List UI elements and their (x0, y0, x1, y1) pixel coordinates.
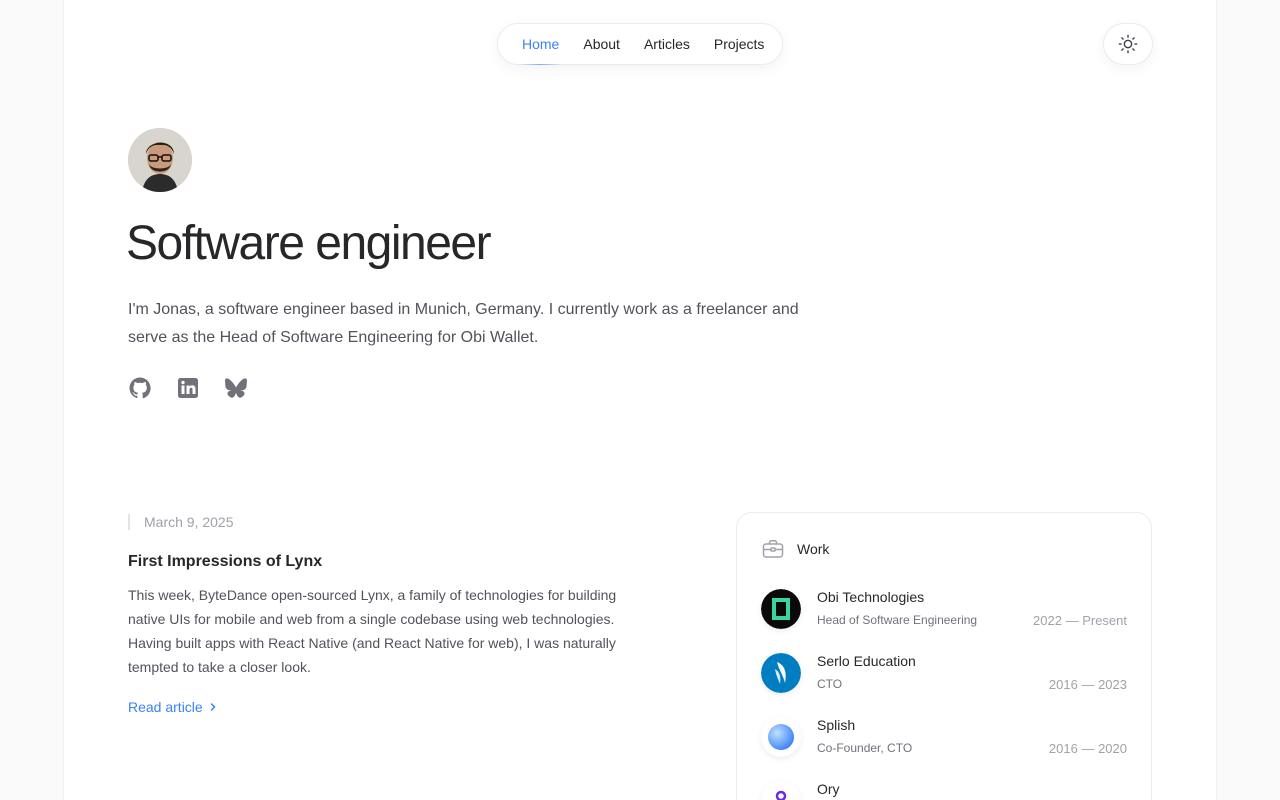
article-description: This week, ByteDance open-sourced Lynx, … (128, 587, 617, 675)
nav-home[interactable]: Home (510, 24, 571, 65)
work-heading: Work (761, 537, 829, 561)
chevron-right-icon (210, 703, 216, 711)
work-heading-label: Work (797, 541, 830, 557)
company-name: Splish (817, 717, 856, 733)
job-role: CTO (817, 677, 843, 691)
github-icon[interactable] (128, 376, 152, 400)
work-item: Splish Co-Founder, CTO 2016 — 2020 (761, 717, 1127, 757)
work-item: Serlo Education CTO 2016 — 2023 (761, 653, 1127, 693)
avatar-photo (128, 128, 192, 192)
work-item: Ory (761, 781, 1127, 800)
nav-articles[interactable]: Articles (632, 24, 702, 64)
ory-logo-icon (761, 781, 801, 800)
splish-logo-icon (761, 717, 801, 757)
serlo-logo-icon (761, 653, 801, 693)
sun-icon (1118, 34, 1138, 54)
job-dates: 2016 — 2023 (1048, 677, 1127, 692)
avatar[interactable] (128, 128, 192, 192)
nav-projects[interactable]: Projects (702, 24, 777, 64)
work-card: Work Obi Technologies Head of Software E… (736, 512, 1152, 800)
linkedin-icon[interactable] (176, 376, 200, 400)
read-article-label: Read article (128, 699, 203, 715)
company-name: Serlo Education (817, 653, 916, 669)
job-role: Head of Software Engineering (817, 613, 978, 627)
article-title[interactable]: First Impressions of Lynx (128, 552, 322, 572)
theme-toggle-button[interactable] (1103, 23, 1153, 65)
article-date: March 9, 2025 (128, 514, 234, 530)
nav-about[interactable]: About (571, 24, 632, 64)
work-item: Obi Technologies Head of Software Engine… (761, 589, 1127, 629)
job-dates: 2016 — 2020 (1048, 741, 1127, 756)
company-name: Obi Technologies (817, 589, 925, 605)
social-links (128, 376, 248, 400)
job-role: Co-Founder, CTO (817, 741, 913, 755)
company-name: Ory (817, 781, 840, 797)
obi-logo-icon (761, 589, 801, 629)
job-dates: 2022 — Present (1033, 613, 1127, 628)
bluesky-icon[interactable] (224, 376, 248, 400)
intro-text: I'm Jonas, a software engineer based in … (128, 301, 799, 346)
read-article-link[interactable]: Read article (128, 697, 217, 717)
page-title: Software engineer (126, 217, 492, 270)
main-nav: Home About Articles Projects (497, 23, 783, 65)
briefcase-icon (762, 539, 784, 558)
